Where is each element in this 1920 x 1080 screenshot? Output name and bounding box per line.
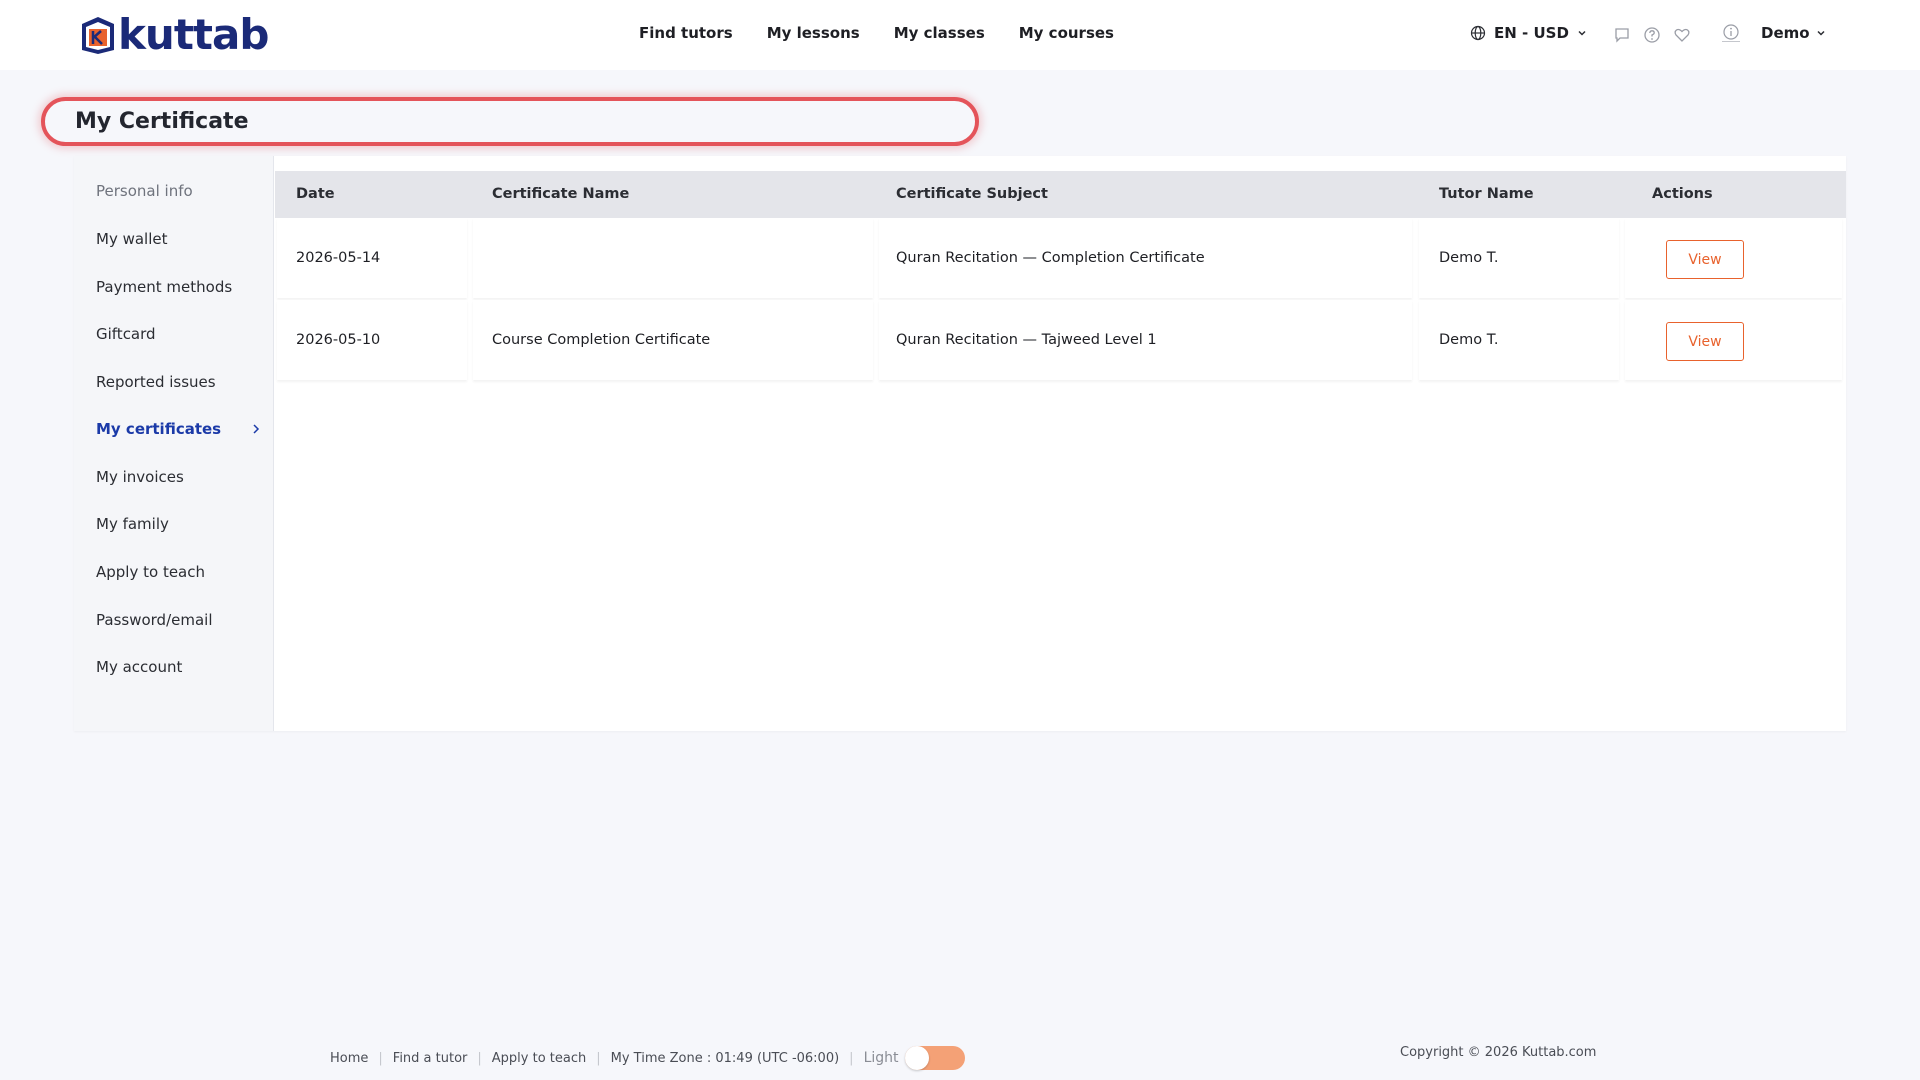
user-name: Demo — [1761, 24, 1810, 42]
cell-certificate-name: Course Completion Certificate — [492, 332, 711, 348]
column-header-certificate-subject: Certificate Subject — [896, 186, 1048, 202]
globe-icon — [1470, 25, 1486, 41]
sidebar-item-my-certificates[interactable]: My certificates — [96, 420, 261, 438]
sidebar-item-label: Apply to teach — [96, 563, 205, 581]
footer-links: Home | Find a tutor | Apply to teach | M… — [330, 1046, 965, 1070]
sidebar-item-label: My certificates — [96, 420, 222, 438]
sidebar-item-my-family[interactable]: My family — [96, 515, 261, 533]
footer-divider: | — [849, 1050, 854, 1066]
certificates-table: Date Certificate Name Certificate Subjec… — [275, 156, 1846, 731]
copyright-text: Copyright © 2026 Kuttab.com — [1400, 1045, 1597, 1060]
footer-link-find-a-tutor[interactable]: Find a tutor — [393, 1051, 468, 1066]
main-nav: Find tutors My lessons My classes My cou… — [639, 24, 1114, 42]
settings-sidebar: Personal info My wallet Payment methods … — [74, 156, 274, 731]
sidebar-item-my-wallet[interactable]: My wallet — [96, 230, 261, 248]
theme-label: Light — [863, 1050, 899, 1066]
footer-divider: | — [477, 1050, 482, 1066]
chevron-down-icon — [1817, 30, 1825, 36]
nav-find-tutors[interactable]: Find tutors — [639, 24, 733, 42]
sidebar-item-personal-info[interactable]: Personal info — [96, 182, 261, 200]
table-header: Date Certificate Name Certificate Subjec… — [275, 171, 1846, 218]
table-row: 2026-05-10 Course Completion Certificate… — [275, 300, 1846, 380]
sidebar-item-label: Payment methods — [96, 278, 233, 296]
table-row: 2026-05-14 Quran Recitation — Completion… — [275, 218, 1846, 298]
page-title-box: My Certificate — [41, 97, 979, 146]
sidebar-item-label: My invoices — [96, 468, 184, 486]
cell-tutor-name: Demo T. — [1439, 332, 1499, 348]
theme-toggle[interactable] — [904, 1046, 965, 1070]
kuttab-logo[interactable]: kuttab — [78, 10, 269, 59]
page-title: My Certificate — [75, 109, 249, 134]
chevron-right-icon — [253, 424, 260, 434]
sidebar-item-payment-methods[interactable]: Payment methods — [96, 278, 261, 296]
settings-card: Personal info My wallet Payment methods … — [74, 156, 1846, 731]
logo-text: kuttab — [118, 10, 269, 59]
info-icon[interactable] — [1722, 24, 1740, 42]
column-header-date: Date — [296, 186, 335, 202]
footer-divider: | — [378, 1050, 383, 1066]
footer-divider: | — [596, 1050, 601, 1066]
cell-date: 2026-05-10 — [296, 332, 381, 348]
cell-certificate-subject: Quran Recitation — Completion Certificat… — [896, 250, 1205, 266]
locale-label: EN - USD — [1494, 24, 1569, 42]
heart-icon[interactable] — [1673, 26, 1691, 44]
view-certificate-button[interactable]: View — [1666, 322, 1744, 361]
sidebar-item-label: My wallet — [96, 230, 168, 248]
toggle-knob — [904, 1046, 929, 1070]
sidebar-item-label: My account — [96, 658, 183, 676]
cell-date: 2026-05-14 — [296, 250, 381, 266]
table-cell — [473, 218, 873, 298]
sidebar-item-apply-to-teach[interactable]: Apply to teach — [96, 563, 261, 581]
sidebar-item-my-invoices[interactable]: My invoices — [96, 468, 261, 486]
cell-certificate-subject: Quran Recitation — Tajweed Level 1 — [896, 332, 1157, 348]
help-icon[interactable] — [1643, 26, 1661, 44]
footer-link-home[interactable]: Home — [330, 1051, 368, 1066]
sidebar-item-reported-issues[interactable]: Reported issues — [96, 373, 261, 391]
sidebar-item-my-account[interactable]: My account — [96, 658, 261, 676]
column-header-actions: Actions — [1652, 186, 1713, 202]
sidebar-item-label: Password/email — [96, 611, 213, 629]
top-navbar: kuttab Find tutors My lessons My classes… — [0, 0, 1920, 70]
column-header-certificate-name: Certificate Name — [492, 186, 630, 202]
column-header-tutor-name: Tutor Name — [1439, 186, 1534, 202]
sidebar-item-label: Reported issues — [96, 373, 216, 391]
view-certificate-button[interactable]: View — [1666, 240, 1744, 279]
sidebar-item-label: Giftcard — [96, 325, 156, 343]
footer-link-apply-to-teach[interactable]: Apply to teach — [492, 1051, 586, 1066]
nav-my-classes[interactable]: My classes — [894, 24, 985, 42]
chat-icon[interactable] — [1613, 26, 1631, 44]
cell-tutor-name: Demo T. — [1439, 250, 1499, 266]
timezone-text: My Time Zone : 01:49 (UTC -06:00) — [610, 1050, 840, 1066]
sidebar-item-password-email[interactable]: Password/email — [96, 611, 261, 629]
nav-my-lessons[interactable]: My lessons — [767, 24, 860, 42]
sidebar-item-label: Personal info — [96, 182, 193, 200]
nav-my-courses[interactable]: My courses — [1019, 24, 1114, 42]
logo-book-icon — [82, 17, 114, 54]
sidebar-item-label: My family — [96, 515, 169, 533]
chevron-down-icon — [1578, 30, 1586, 36]
sidebar-item-giftcard[interactable]: Giftcard — [96, 325, 261, 343]
locale-selector[interactable]: EN - USD — [1470, 24, 1587, 42]
user-menu[interactable]: Demo — [1761, 24, 1826, 42]
